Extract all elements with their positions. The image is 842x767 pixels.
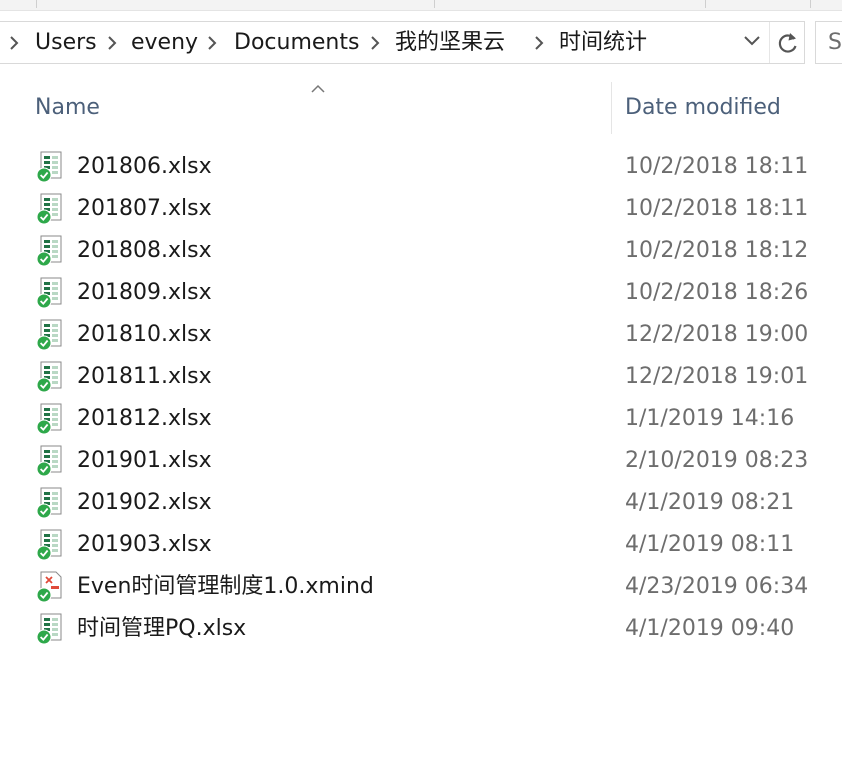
chevron-right-icon[interactable] [107,22,117,63]
file-name[interactable]: Even时间管理制度1.0.xmind [77,566,374,608]
column-header-date-modified[interactable]: Date modified [612,86,842,132]
file-name[interactable]: 201902.xlsx [77,482,212,524]
ribbon-separator [705,0,706,8]
ribbon-separator [434,0,435,8]
column-header-name[interactable]: Name [0,86,611,132]
file-date-modified: 10/2/2018 18:26 [625,280,809,305]
sync-ok-icon [36,293,52,309]
file-row[interactable]: 201807.xlsx 10/2/2018 18:11 [0,188,842,230]
file-date-modified: 2/10/2019 08:23 [625,448,809,473]
sync-ok-icon [36,419,52,435]
sync-ok-icon [36,377,52,393]
file-date-modified: 4/23/2019 06:34 [625,574,809,599]
file-row[interactable]: 时间管理PQ.xlsx 4/1/2019 09:40 [0,608,842,650]
file-name[interactable]: 时间管理PQ.xlsx [77,608,246,650]
sync-ok-icon [36,461,52,477]
file-date-modified: 10/2/2018 18:11 [625,154,809,179]
excel-file-icon [36,403,66,435]
ribbon-edge [0,0,842,11]
chevron-right-icon[interactable] [534,22,544,63]
file-name[interactable]: 201901.xlsx [77,440,212,482]
sync-ok-icon [36,167,52,183]
file-date-modified: 10/2/2018 18:11 [625,196,809,221]
file-date-modified: 4/1/2019 08:11 [625,532,795,557]
chevron-right-icon[interactable] [207,22,217,63]
excel-file-icon [36,151,66,183]
file-date-modified: 10/2/2018 18:12 [625,238,809,263]
sync-ok-icon [36,335,52,351]
file-name[interactable]: 201807.xlsx [77,188,212,230]
breadcrumb-documents[interactable]: Documents [234,22,359,63]
file-row[interactable]: 201903.xlsx 4/1/2019 08:11 [0,524,842,566]
address-divider [769,22,770,63]
breadcrumb-eveny[interactable]: eveny [131,22,198,63]
file-date-modified: 12/2/2018 19:00 [625,322,809,347]
file-row[interactable]: 201811.xlsx 12/2/2018 19:01 [0,356,842,398]
breadcrumb-users[interactable]: Users [35,22,97,63]
file-name[interactable]: 201812.xlsx [77,398,212,440]
excel-file-icon [36,319,66,351]
file-date-modified: 12/2/2018 19:01 [625,364,809,389]
file-date-modified: 4/1/2019 09:40 [625,616,795,641]
xmind-file-icon [36,571,66,603]
search-input[interactable]: S [815,21,842,64]
chevron-right-icon[interactable] [370,22,380,63]
sync-ok-icon [36,587,52,603]
file-name[interactable]: 201808.xlsx [77,230,212,272]
ribbon-separator [36,0,37,8]
refresh-icon [778,33,797,53]
file-name[interactable]: 201809.xlsx [77,272,212,314]
excel-file-icon [36,193,66,225]
file-list: 201806.xlsx 10/2/2018 18:11 201807.xlsx … [0,146,842,650]
column-header-date-label: Date modified [625,95,781,120]
file-row[interactable]: 201901.xlsx 2/10/2019 08:23 [0,440,842,482]
file-name[interactable]: 201811.xlsx [77,356,212,398]
excel-file-icon [36,529,66,561]
refresh-button[interactable] [771,22,804,63]
file-row[interactable]: 201806.xlsx 10/2/2018 18:11 [0,146,842,188]
breadcrumb-current-folder[interactable]: 时间统计 [559,22,647,63]
sync-ok-icon [36,629,52,645]
file-row[interactable]: 201902.xlsx 4/1/2019 08:21 [0,482,842,524]
file-row[interactable]: Even时间管理制度1.0.xmind 4/23/2019 06:34 [0,566,842,608]
excel-file-icon [36,277,66,309]
file-name[interactable]: 201903.xlsx [77,524,212,566]
file-date-modified: 4/1/2019 08:21 [625,490,795,515]
search-placeholder: S [828,30,842,55]
file-row[interactable]: 201809.xlsx 10/2/2018 18:26 [0,272,842,314]
file-row[interactable]: 201810.xlsx 12/2/2018 19:00 [0,314,842,356]
excel-file-icon [36,487,66,519]
sync-ok-icon [36,545,52,561]
sync-ok-icon [36,251,52,267]
file-date-modified: 1/1/2019 14:16 [625,406,795,431]
address-bar[interactable]: Users eveny Documents 我的坚果云 时间统计 [0,21,805,64]
excel-file-icon [36,235,66,267]
column-header-name-label: Name [35,95,100,120]
chevron-down-icon [744,36,760,46]
file-row[interactable]: 201812.xlsx 1/1/2019 14:16 [0,398,842,440]
sync-ok-icon [36,503,52,519]
sync-ok-icon [36,209,52,225]
chevron-right-icon[interactable] [9,22,19,63]
ribbon-separator [810,0,811,8]
excel-file-icon [36,361,66,393]
file-row[interactable]: 201808.xlsx 10/2/2018 18:12 [0,230,842,272]
excel-file-icon [36,613,66,645]
excel-file-icon [36,445,66,477]
file-name[interactable]: 201810.xlsx [77,314,212,356]
breadcrumb-nutstore[interactable]: 我的坚果云 [395,22,505,63]
file-name[interactable]: 201806.xlsx [77,146,212,188]
address-history-dropdown[interactable] [737,22,767,63]
